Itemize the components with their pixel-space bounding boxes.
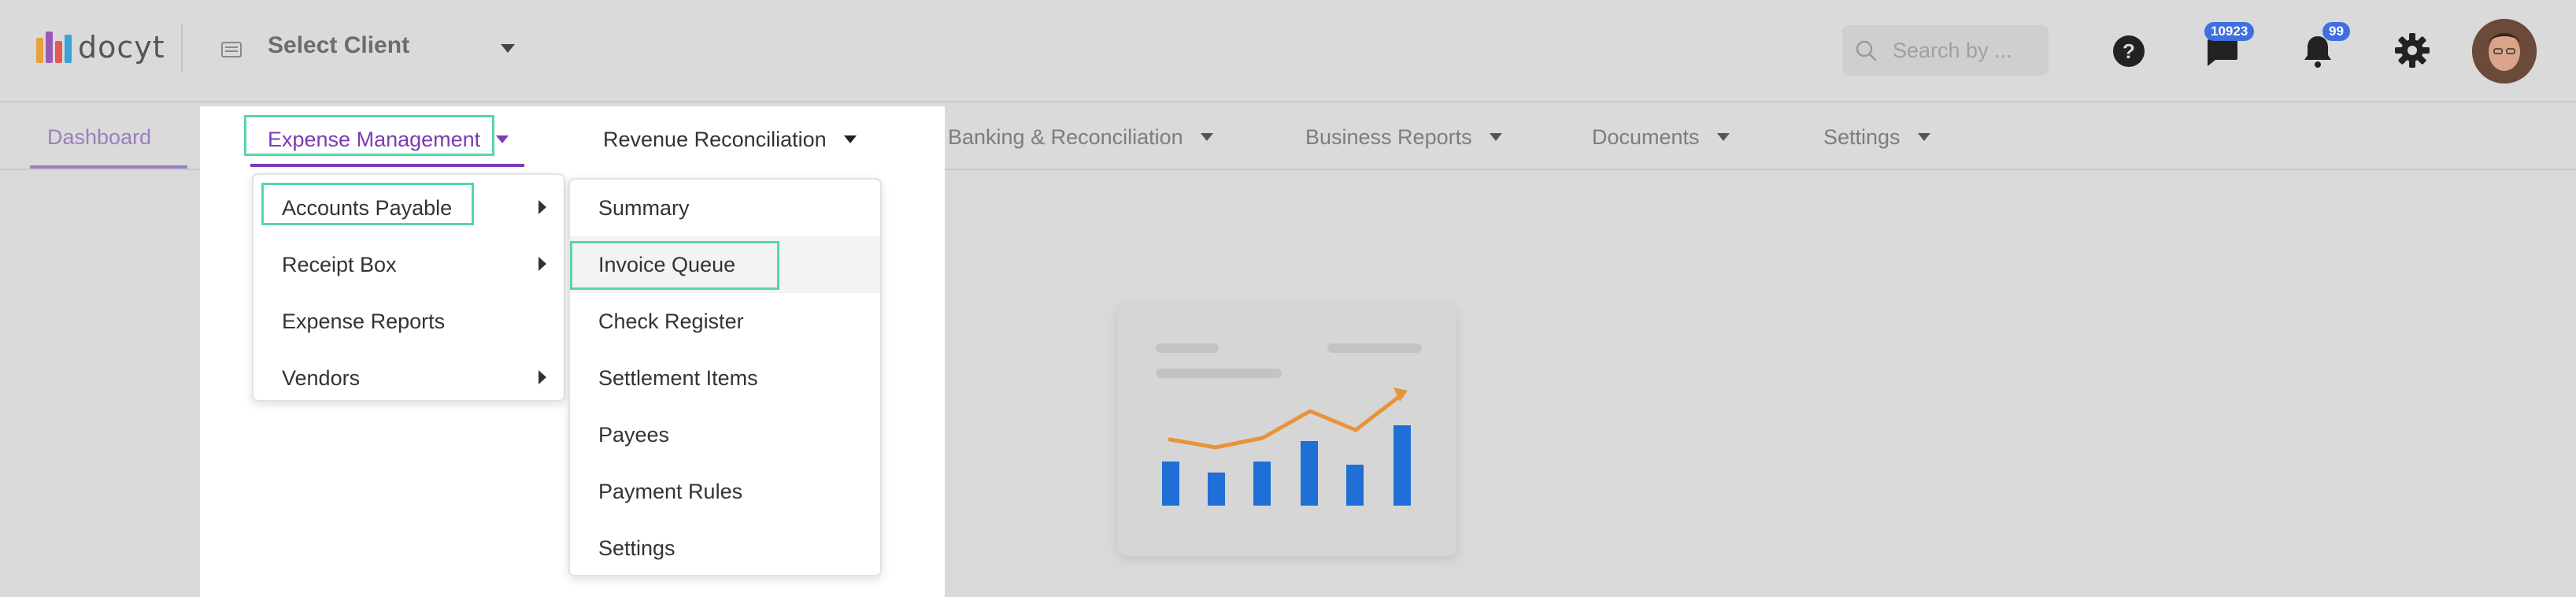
submenu-item-summary[interactable]: Summary xyxy=(570,180,880,236)
menu-item-label: Receipt Box xyxy=(282,252,397,276)
submenu-item-payees[interactable]: Payees xyxy=(570,406,880,463)
header-divider xyxy=(181,24,183,72)
avatar-image xyxy=(2472,19,2537,83)
chevron-down-icon xyxy=(1200,133,1213,141)
tab-dashboard-underline xyxy=(30,165,187,169)
chevron-down-icon xyxy=(1917,133,1930,141)
menu-item-label: Expense Reports xyxy=(282,309,446,333)
menu-item-vendors[interactable]: Vendors xyxy=(254,350,564,406)
tab-business-reports[interactable]: Business Reports xyxy=(1305,104,1502,170)
submenu-item-payment-rules[interactable]: Payment Rules xyxy=(570,463,880,520)
search-input[interactable]: Search by ... xyxy=(1842,25,2049,76)
tab-expense-management-underline xyxy=(250,164,524,167)
illustration-chart-icon xyxy=(1162,387,1411,506)
accounts-payable-submenu: Summary Invoice Queue Check Register Set… xyxy=(568,178,882,577)
notifications-badge: 99 xyxy=(2322,22,2350,41)
help-icon[interactable]: ? xyxy=(2112,34,2146,69)
search-icon xyxy=(1856,40,1877,61)
tab-banking-reconciliation-label: Banking & Reconciliation xyxy=(948,124,1183,149)
submenu-item-settlement-items[interactable]: Settlement Items xyxy=(570,350,880,406)
chevron-right-icon xyxy=(539,200,546,214)
tab-documents[interactable]: Documents xyxy=(1592,104,1730,170)
messages-badge: 10923 xyxy=(2204,22,2255,41)
tab-settings[interactable]: Settings xyxy=(1823,104,1930,170)
client-building-icon xyxy=(221,42,242,57)
client-select-label[interactable]: Select Client xyxy=(268,32,409,59)
highlight-accounts-payable xyxy=(261,183,474,225)
tab-revenue-reconciliation[interactable]: Revenue Reconciliation xyxy=(603,106,857,172)
tab-business-reports-label: Business Reports xyxy=(1305,124,1472,149)
chevron-down-icon xyxy=(496,135,509,143)
chevron-right-icon xyxy=(539,370,546,384)
menu-item-label: Vendors xyxy=(282,365,361,390)
tab-revenue-reconciliation-label: Revenue Reconciliation xyxy=(603,127,827,151)
menu-item-receipt-box[interactable]: Receipt Box xyxy=(254,236,564,293)
top-header: docyt Select Client Search by ... ? 1092… xyxy=(0,0,2576,102)
tab-documents-label: Documents xyxy=(1592,124,1700,149)
tab-dashboard-label: Dashboard xyxy=(47,124,152,149)
gear-icon[interactable] xyxy=(2393,32,2431,69)
tab-dashboard[interactable]: Dashboard xyxy=(47,104,151,170)
logo-mark-icon xyxy=(36,32,72,63)
tab-banking-reconciliation[interactable]: Banking & Reconciliation xyxy=(948,104,1213,170)
submenu-item-label: Settlement Items xyxy=(598,365,758,390)
avatar[interactable] xyxy=(2472,19,2537,83)
highlight-expense-management xyxy=(244,115,494,156)
submenu-item-check-register[interactable]: Check Register xyxy=(570,293,880,350)
submenu-item-label: Check Register xyxy=(598,309,744,333)
chevron-down-icon[interactable] xyxy=(501,44,515,53)
chevron-down-icon xyxy=(1716,133,1730,141)
logo-text: docyt xyxy=(78,30,165,65)
empty-state-illustration xyxy=(1118,304,1456,556)
menu-item-expense-reports[interactable]: Expense Reports xyxy=(254,293,564,350)
submenu-item-label: Settings xyxy=(598,536,675,560)
submenu-item-label: Summary xyxy=(598,195,690,220)
chevron-right-icon xyxy=(539,257,546,271)
highlight-invoice-queue xyxy=(570,241,779,290)
search-placeholder: Search by ... xyxy=(1893,39,2012,62)
submenu-item-settings[interactable]: Settings xyxy=(570,520,880,577)
chevron-down-icon xyxy=(1489,133,1502,141)
docyt-logo[interactable]: docyt xyxy=(36,30,165,65)
tab-settings-label: Settings xyxy=(1823,124,1901,149)
svg-text:?: ? xyxy=(2123,39,2135,63)
submenu-item-label: Payment Rules xyxy=(598,479,743,503)
submenu-item-label: Payees xyxy=(598,422,670,447)
chevron-down-icon xyxy=(843,135,857,143)
